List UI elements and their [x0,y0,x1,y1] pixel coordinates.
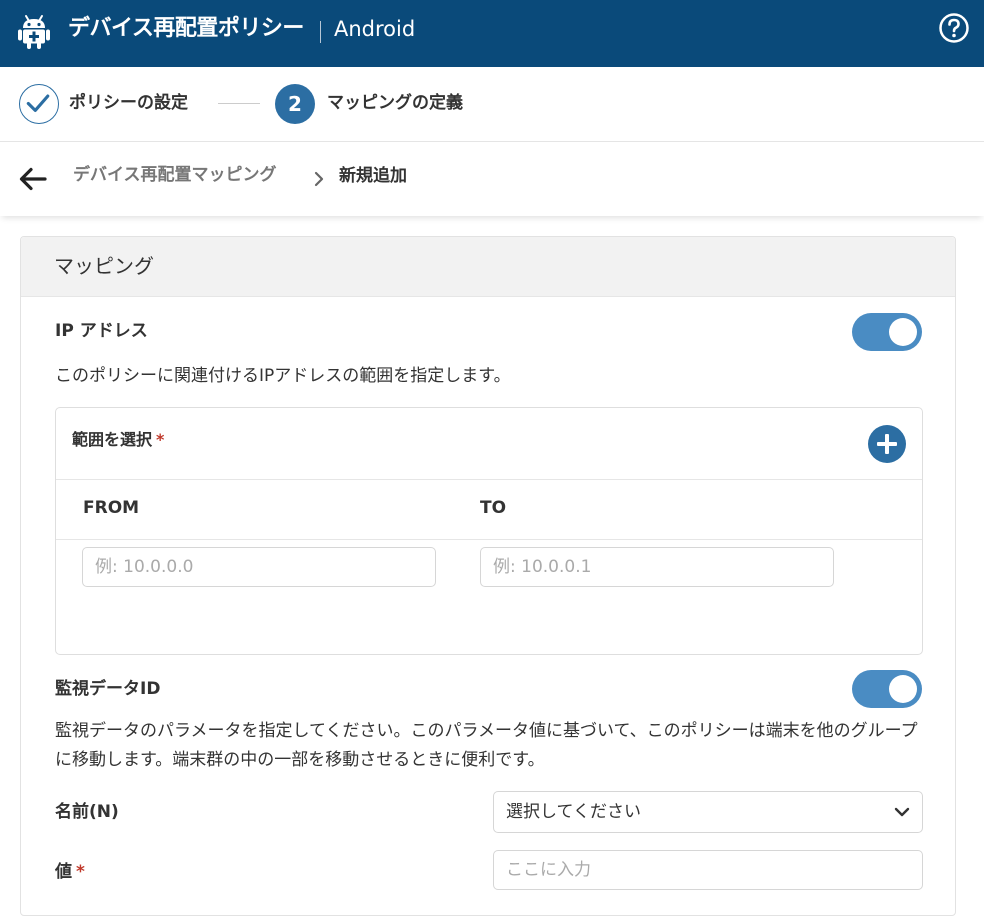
to-ip-input[interactable] [480,547,834,587]
name-select-value: 選択してください [506,802,641,822]
app-header: デバイス再配置ポリシー Android [0,0,984,67]
header-separator [320,21,321,43]
value-input[interactable] [493,850,923,890]
divider [56,479,922,480]
range-title: 範囲を選択 * [72,428,164,452]
ip-address-label: IP アドレス [55,321,148,341]
toggle-knob [889,675,917,703]
chevron-right-icon [314,171,324,187]
ip-range-box: 範囲を選択 * FROM TO [55,407,923,655]
help-icon[interactable] [938,12,970,44]
from-column-header: FROM [83,498,140,518]
monitor-data-description: 監視データのパラメータを指定してください。このパラメータ値に基づいて、このポリシ… [55,721,918,770]
step-active-indicator: 2 [275,84,315,124]
range-title-text: 範囲を選択 [72,430,153,449]
page-title: デバイス再配置ポリシー [68,16,304,41]
value-field-label: 値 * [55,860,85,884]
platform-label: Android [334,17,416,41]
step-connector [218,103,260,104]
step-policy-settings: ポリシーの設定 [69,93,188,113]
step-define-mapping: マッピングの定義 [327,93,463,113]
checkmark-icon [26,94,50,113]
breadcrumb-current: 新規追加 [339,166,407,186]
divider [56,539,922,540]
breadcrumb-parent-link[interactable]: デバイス再配置マッピング [73,163,277,187]
mapping-card: マッピング IP アドレス このポリシーに関連付けるIPアドレスの範囲を指定しま… [20,236,956,916]
required-mark: * [156,430,165,449]
add-range-button[interactable] [868,425,906,463]
android-icon [18,15,50,49]
back-arrow-icon[interactable] [18,166,48,192]
name-field-label: 名前(N) [55,802,119,822]
monitor-data-id-label: 監視データID [55,679,161,699]
ip-address-toggle[interactable] [852,313,922,351]
toggle-knob [889,318,917,346]
required-mark: * [76,862,85,882]
value-label-text: 値 [55,862,72,882]
monitor-data-toggle[interactable] [852,670,922,708]
from-ip-input[interactable] [82,547,436,587]
card-title: マッピング [54,254,154,278]
chevron-down-icon [894,807,910,817]
ip-address-description: このポリシーに関連付けるIPアドレスの範囲を指定します。 [55,366,511,386]
breadcrumb: デバイス再配置マッピング 新規追加 [0,142,984,216]
to-column-header: TO [480,498,507,518]
card-header: マッピング [21,237,955,297]
name-select[interactable]: 選択してください [493,791,923,833]
step-done-indicator [19,84,59,124]
stepper: ポリシーの設定 2 マッピングの定義 [0,67,984,142]
